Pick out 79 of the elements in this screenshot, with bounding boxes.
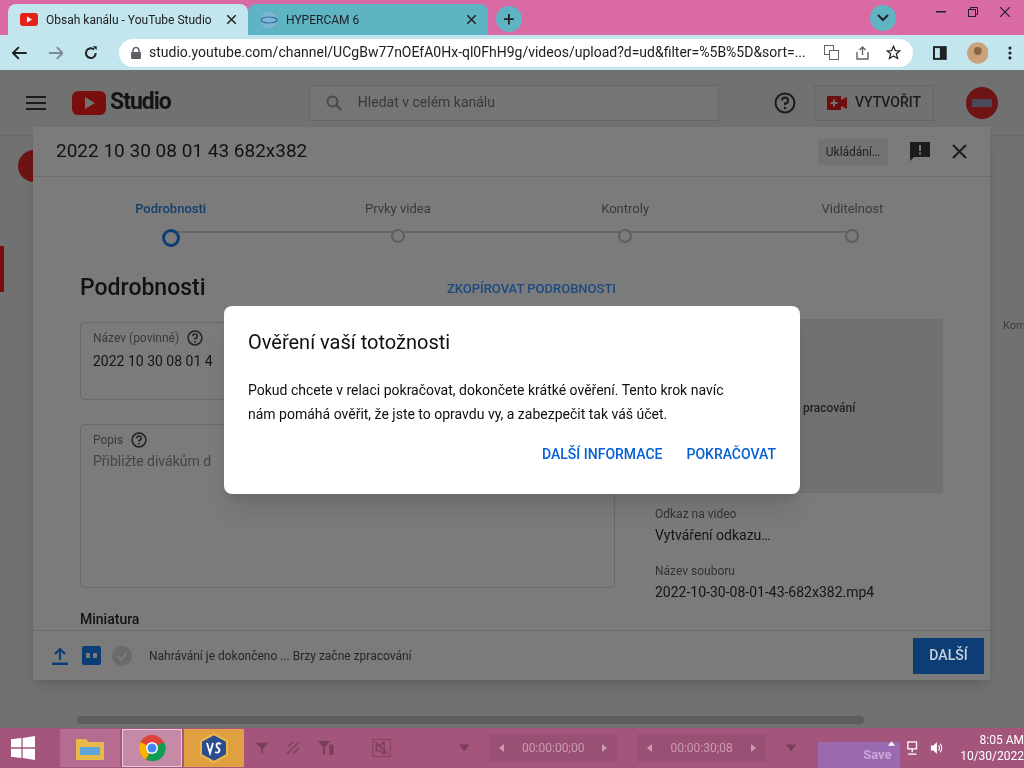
tab-search-icon[interactable] bbox=[870, 5, 896, 31]
lock-icon bbox=[131, 46, 141, 59]
tab-title: Obsah kanálu - YouTube Studio bbox=[46, 11, 213, 29]
browser-icon bbox=[138, 734, 167, 762]
saving-status: Ukládání… bbox=[817, 138, 888, 165]
time-readout[interactable]: 00:00:30;08 bbox=[637, 734, 766, 762]
section-heading: Podrobnosti bbox=[80, 273, 206, 303]
create-button[interactable]: VYTVOŘIT bbox=[813, 84, 934, 121]
volume-icon[interactable] bbox=[930, 740, 945, 756]
next-icon bbox=[602, 744, 608, 752]
marker-icon[interactable] bbox=[785, 744, 797, 752]
marker-icon[interactable] bbox=[458, 744, 470, 752]
browser-tab[interactable]: Obsah kanálu - YouTube Studio bbox=[8, 4, 248, 35]
search-field[interactable]: Hledat v celém kanálu bbox=[308, 84, 719, 121]
taskbar-app[interactable] bbox=[184, 729, 245, 767]
dialog-button[interactable]: POKRAČOVAT bbox=[686, 444, 776, 465]
help-icon[interactable] bbox=[187, 329, 204, 346]
new-tab-button[interactable]: + bbox=[496, 6, 522, 32]
side-panel-icon[interactable] bbox=[932, 45, 947, 60]
field-label: Popis bbox=[93, 432, 124, 450]
save-button[interactable]: Save bbox=[818, 742, 900, 768]
close-icon[interactable] bbox=[227, 15, 236, 24]
clock-date: 10/30/2022 bbox=[960, 748, 1024, 764]
restore-icon[interactable] bbox=[968, 7, 978, 17]
channel-avatar-icon[interactable] bbox=[18, 150, 34, 182]
field-value: 2022 10 30 08 01 4 bbox=[93, 351, 214, 371]
reload-icon[interactable] bbox=[83, 44, 99, 61]
help-icon[interactable] bbox=[131, 432, 148, 449]
back-icon[interactable] bbox=[12, 45, 28, 60]
star-icon[interactable] bbox=[885, 45, 901, 60]
search-placeholder: Hledat v celém kanálu bbox=[357, 93, 495, 112]
upload-icon bbox=[52, 646, 68, 665]
info-label: Odkaz na video bbox=[655, 506, 738, 523]
stepper-step[interactable]: Podrobnosti bbox=[57, 177, 285, 247]
info-label: Název souboru bbox=[655, 563, 736, 580]
field-label: Název (povinné) bbox=[93, 329, 180, 347]
next-icon bbox=[750, 744, 756, 752]
windows-icon[interactable] bbox=[11, 734, 36, 762]
tab-title: HYPERCAM 6 bbox=[286, 11, 361, 29]
url-text: studio.youtube.com/channel/UCgBw77nOEfA0Hx-ql0FhH9g/videos/upload?d=ud&filter=%5B%5D&sort=... bbox=[149, 43, 807, 62]
feedback-icon[interactable] bbox=[910, 141, 930, 162]
help-icon[interactable] bbox=[773, 91, 796, 114]
dialog-title: 2022 10 30 08 01 43 682x382 bbox=[56, 138, 308, 165]
stepper-step[interactable]: Prvky videa bbox=[284, 177, 512, 247]
globe-icon bbox=[260, 10, 278, 29]
share-icon[interactable] bbox=[854, 45, 870, 60]
thumbnail-heading: Miniatura bbox=[80, 610, 141, 629]
dialog-message: Pokud chcete v relaci pokračovat, dokončete krátké ověření. Tento krok navíc nám pomáhá ověřit, že jste to opravdu vy, a zabezpečit tak váš účet. bbox=[248, 381, 725, 424]
active-item-marker bbox=[0, 246, 4, 292]
address-bar[interactable]: studio.youtube.com/channel/UCgBw77nOEfA0Hx-ql0FhH9g/videos/upload?d=ud&filter=%5B%5D&sort=... bbox=[119, 38, 913, 67]
forward-icon[interactable] bbox=[47, 45, 64, 60]
next-button[interactable]: DALŠÍ bbox=[913, 637, 984, 674]
upload-status: Nahrávání je dokončeno ... Brzy začne zpracování bbox=[149, 647, 412, 665]
video-plus-icon bbox=[826, 95, 847, 110]
play-icon bbox=[20, 13, 38, 26]
stepper-step[interactable]: Viditelnost bbox=[738, 177, 966, 247]
hd-icon bbox=[82, 646, 101, 665]
info-value: 2022-10-30-08-01-43-682x382.mp4 bbox=[655, 583, 876, 602]
browser-tab[interactable]: HYPERCAM 6 bbox=[248, 4, 488, 35]
search-icon bbox=[325, 94, 342, 111]
chevron-up-icon[interactable] bbox=[887, 740, 895, 746]
stepper-step[interactable]: Kontroly bbox=[511, 177, 739, 247]
channel-avatar-icon[interactable] bbox=[966, 86, 998, 119]
info-value: Vytváření odkazu… bbox=[655, 526, 772, 545]
shield-icon bbox=[199, 733, 230, 763]
logo-icon bbox=[72, 90, 106, 115]
processing-text: pracování bbox=[803, 400, 856, 417]
avatar-icon[interactable] bbox=[966, 41, 989, 64]
previous-icon bbox=[647, 744, 653, 752]
previous-icon bbox=[499, 744, 505, 752]
menu-icon[interactable] bbox=[1008, 45, 1012, 60]
copy-details-link[interactable]: ZKOPÍROVAT PODROBNOSTI bbox=[446, 278, 616, 298]
dialog-title: Ověření vaší totožnosti bbox=[248, 329, 452, 356]
clock-time: 8:05 AM bbox=[979, 732, 1024, 748]
minimize-icon[interactable] bbox=[936, 11, 946, 13]
taskbar-app[interactable] bbox=[122, 729, 183, 767]
close-icon[interactable] bbox=[467, 15, 476, 24]
logo-text: Studio bbox=[110, 87, 171, 118]
time-readout[interactable]: 00:00:00;00 bbox=[489, 734, 618, 762]
